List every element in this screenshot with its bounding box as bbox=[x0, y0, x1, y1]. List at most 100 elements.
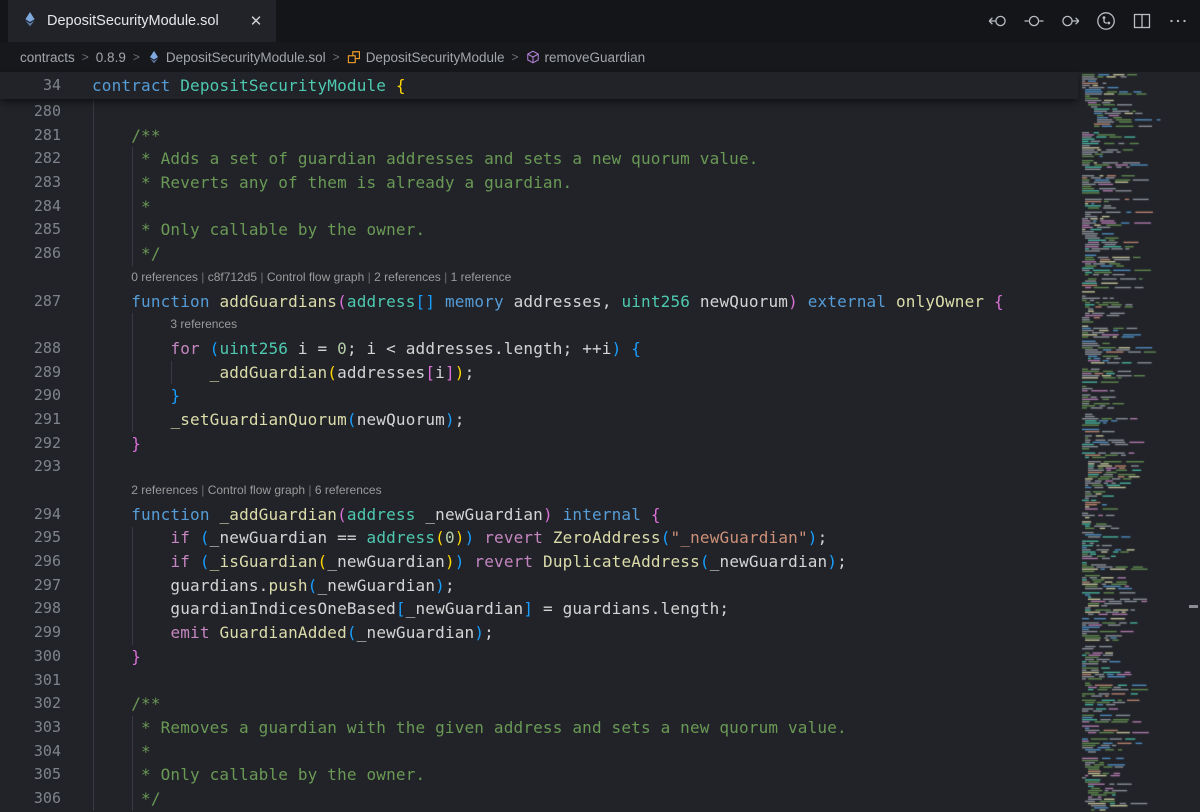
code-token: { bbox=[396, 76, 406, 95]
code-token: revert bbox=[474, 552, 533, 571]
breadcrumb-item-depositsecuritymodule-sol[interactable]: DepositSecurityModule.sol bbox=[147, 50, 326, 65]
minimap[interactable] bbox=[1078, 72, 1200, 812]
more-actions-icon[interactable] bbox=[1166, 9, 1190, 33]
code-token: */ bbox=[92, 244, 161, 263]
code-line-285[interactable]: 285 * Only callable by the owner. bbox=[0, 218, 1078, 242]
code-line-content[interactable]: * Removes a guardian with the given addr… bbox=[92, 716, 847, 740]
code-token: onlyOwner bbox=[896, 292, 984, 311]
code-line-306[interactable]: 306 */ bbox=[0, 787, 1078, 811]
close-icon[interactable]: ✕ bbox=[246, 11, 266, 31]
code-token: _newGuardian bbox=[317, 576, 435, 595]
tab-title: DepositSecurityModule.sol bbox=[47, 13, 237, 29]
code-line-289[interactable]: 289 _addGuardian(addresses[i]); bbox=[0, 361, 1078, 385]
code-line-283[interactable]: 283 * Reverts any of them is already a g… bbox=[0, 171, 1078, 195]
code-line-content[interactable]: */ bbox=[92, 242, 161, 266]
code-line-content[interactable]: /** bbox=[92, 692, 161, 716]
code-line-292[interactable]: 292 } bbox=[0, 432, 1078, 456]
codelens-link[interactable]: 2 references bbox=[131, 483, 198, 497]
code-line-297[interactable]: 297 guardians.push(_newGuardian); bbox=[0, 574, 1078, 598]
tab-deposit-security-module[interactable]: DepositSecurityModule.sol ✕ bbox=[8, 0, 276, 42]
code-line-284[interactable]: 284 * bbox=[0, 195, 1078, 219]
code-token: _newGuardian bbox=[406, 599, 524, 618]
code-line-280[interactable]: 280 bbox=[0, 100, 1078, 124]
codelens-link[interactable]: 6 references bbox=[315, 483, 382, 497]
code-line-content[interactable]: emit GuardianAdded(_newGuardian); bbox=[92, 621, 494, 645]
code-line-content[interactable]: } bbox=[92, 432, 141, 456]
code-token: } bbox=[170, 386, 180, 405]
code-line-content[interactable]: guardianIndicesOneBased[_newGuardian] = … bbox=[92, 597, 729, 621]
code-line-281[interactable]: 281 /** bbox=[0, 124, 1078, 148]
code-line-298[interactable]: 298 guardianIndicesOneBased[_newGuardian… bbox=[0, 597, 1078, 621]
code-token: { bbox=[631, 339, 641, 358]
codelens-link[interactable]: c8f712d5 bbox=[208, 270, 257, 284]
breadcrumb-item-contracts[interactable]: contracts bbox=[20, 50, 75, 65]
sticky-scroll-line[interactable]: 34 contract DepositSecurityModule { bbox=[0, 72, 1078, 99]
code-line-content[interactable]: */ bbox=[92, 787, 161, 811]
codelens-link[interactable]: 1 reference bbox=[451, 270, 512, 284]
breadcrumb-item-removeguardian[interactable]: removeGuardian bbox=[526, 50, 646, 65]
code-token: address bbox=[367, 528, 436, 547]
code-line-content[interactable]: function _addGuardian(address _newGuardi… bbox=[92, 503, 661, 527]
scrollbar-marker bbox=[1189, 605, 1198, 608]
codelens-link[interactable]: 2 references bbox=[374, 270, 441, 284]
code-token bbox=[190, 528, 200, 547]
line-number: 295 bbox=[0, 526, 92, 550]
code-line-content[interactable]: * Reverts any of them is already a guard… bbox=[92, 171, 572, 195]
code-line-content[interactable]: _setGuardianQuorum(newQuorum); bbox=[92, 408, 465, 432]
code-line-294[interactable]: 294 function _addGuardian(address _newGu… bbox=[0, 503, 1078, 527]
code-line-content[interactable]: * bbox=[92, 195, 151, 219]
code-line-content[interactable]: } bbox=[92, 384, 180, 408]
code-line-content[interactable]: if (_newGuardian == address(0)) revert Z… bbox=[92, 526, 827, 550]
code-line-286[interactable]: 286 */ bbox=[0, 242, 1078, 266]
code-line-291[interactable]: 291 _setGuardianQuorum(newQuorum); bbox=[0, 408, 1078, 432]
code-line-content[interactable]: for (uint256 i = 0; i < addresses.length… bbox=[92, 337, 641, 361]
code-line-304[interactable]: 304 * bbox=[0, 740, 1078, 764]
code-token: addresses, bbox=[504, 292, 622, 311]
code-line-300[interactable]: 300 } bbox=[0, 645, 1078, 669]
navigate-forward-icon[interactable] bbox=[1058, 9, 1082, 33]
code-line-content[interactable]: function addGuardians(address[] memory a… bbox=[92, 290, 1004, 314]
code-line-content[interactable]: if (_isGuardian(_newGuardian)) revert Du… bbox=[92, 550, 847, 574]
code-line-305[interactable]: 305 * Only callable by the owner. bbox=[0, 763, 1078, 787]
code-line-content[interactable]: * Only callable by the owner. bbox=[92, 218, 425, 242]
split-editor-icon[interactable] bbox=[1130, 9, 1154, 33]
codelens-separator: | bbox=[198, 483, 208, 497]
navigate-back-icon[interactable] bbox=[986, 9, 1010, 33]
code-token: guardianIndicesOneBased bbox=[92, 599, 396, 618]
code-token: [ bbox=[425, 363, 435, 382]
codelens-link[interactable]: Control flow graph bbox=[267, 270, 364, 284]
code-line-content[interactable]: } bbox=[92, 645, 141, 669]
code-line-288[interactable]: 288 for (uint256 i = 0; i < addresses.le… bbox=[0, 337, 1078, 361]
code-line-content[interactable]: * Only callable by the owner. bbox=[92, 763, 425, 787]
breadcrumb-item-0-8-9[interactable]: 0.8.9 bbox=[96, 50, 126, 65]
code-line-296[interactable]: 296 if (_isGuardian(_newGuardian)) rever… bbox=[0, 550, 1078, 574]
line-number: 302 bbox=[0, 692, 92, 716]
code-line-content[interactable]: /** bbox=[92, 124, 161, 148]
code-line-287[interactable]: 287 function addGuardians(address[] memo… bbox=[0, 290, 1078, 314]
code-line-301[interactable]: 301 bbox=[0, 669, 1078, 693]
code-line-302[interactable]: 302 /** bbox=[0, 692, 1078, 716]
code-line-293[interactable]: 293 bbox=[0, 455, 1078, 479]
line-number: 286 bbox=[0, 242, 92, 266]
code-line-content[interactable]: guardians.push(_newGuardian); bbox=[92, 574, 455, 598]
code-line-295[interactable]: 295 if (_newGuardian == address(0)) reve… bbox=[0, 526, 1078, 550]
code-line-content[interactable]: * Adds a set of guardian addresses and s… bbox=[92, 147, 759, 171]
code-token bbox=[210, 623, 220, 642]
code-line-290[interactable]: 290 } bbox=[0, 384, 1078, 408]
code-token: if bbox=[170, 528, 190, 547]
code-line-282[interactable]: 282 * Adds a set of guardian addresses a… bbox=[0, 147, 1078, 171]
timeline-marker-icon[interactable] bbox=[1022, 9, 1046, 33]
code-line-content[interactable]: * bbox=[92, 740, 151, 764]
code-line-303[interactable]: 303 * Removes a guardian with the given … bbox=[0, 716, 1078, 740]
codelens-link[interactable]: 3 references bbox=[170, 317, 237, 331]
codelens-link[interactable]: 0 references bbox=[131, 270, 198, 284]
breadcrumb: contracts>0.8.9>DepositSecurityModule.so… bbox=[0, 42, 1200, 72]
control-flow-graph-icon[interactable] bbox=[1094, 9, 1118, 33]
codelens-link[interactable]: Control flow graph bbox=[208, 483, 305, 497]
code-line-299[interactable]: 299 emit GuardianAdded(_newGuardian); bbox=[0, 621, 1078, 645]
code-token: address bbox=[347, 505, 416, 524]
code-line-content[interactable]: _addGuardian(addresses[i]); bbox=[92, 361, 474, 385]
code-token: 0 bbox=[337, 339, 347, 358]
breadcrumb-item-depositsecuritymodule[interactable]: DepositSecurityModule bbox=[347, 50, 505, 65]
code-token: ( bbox=[200, 552, 210, 571]
